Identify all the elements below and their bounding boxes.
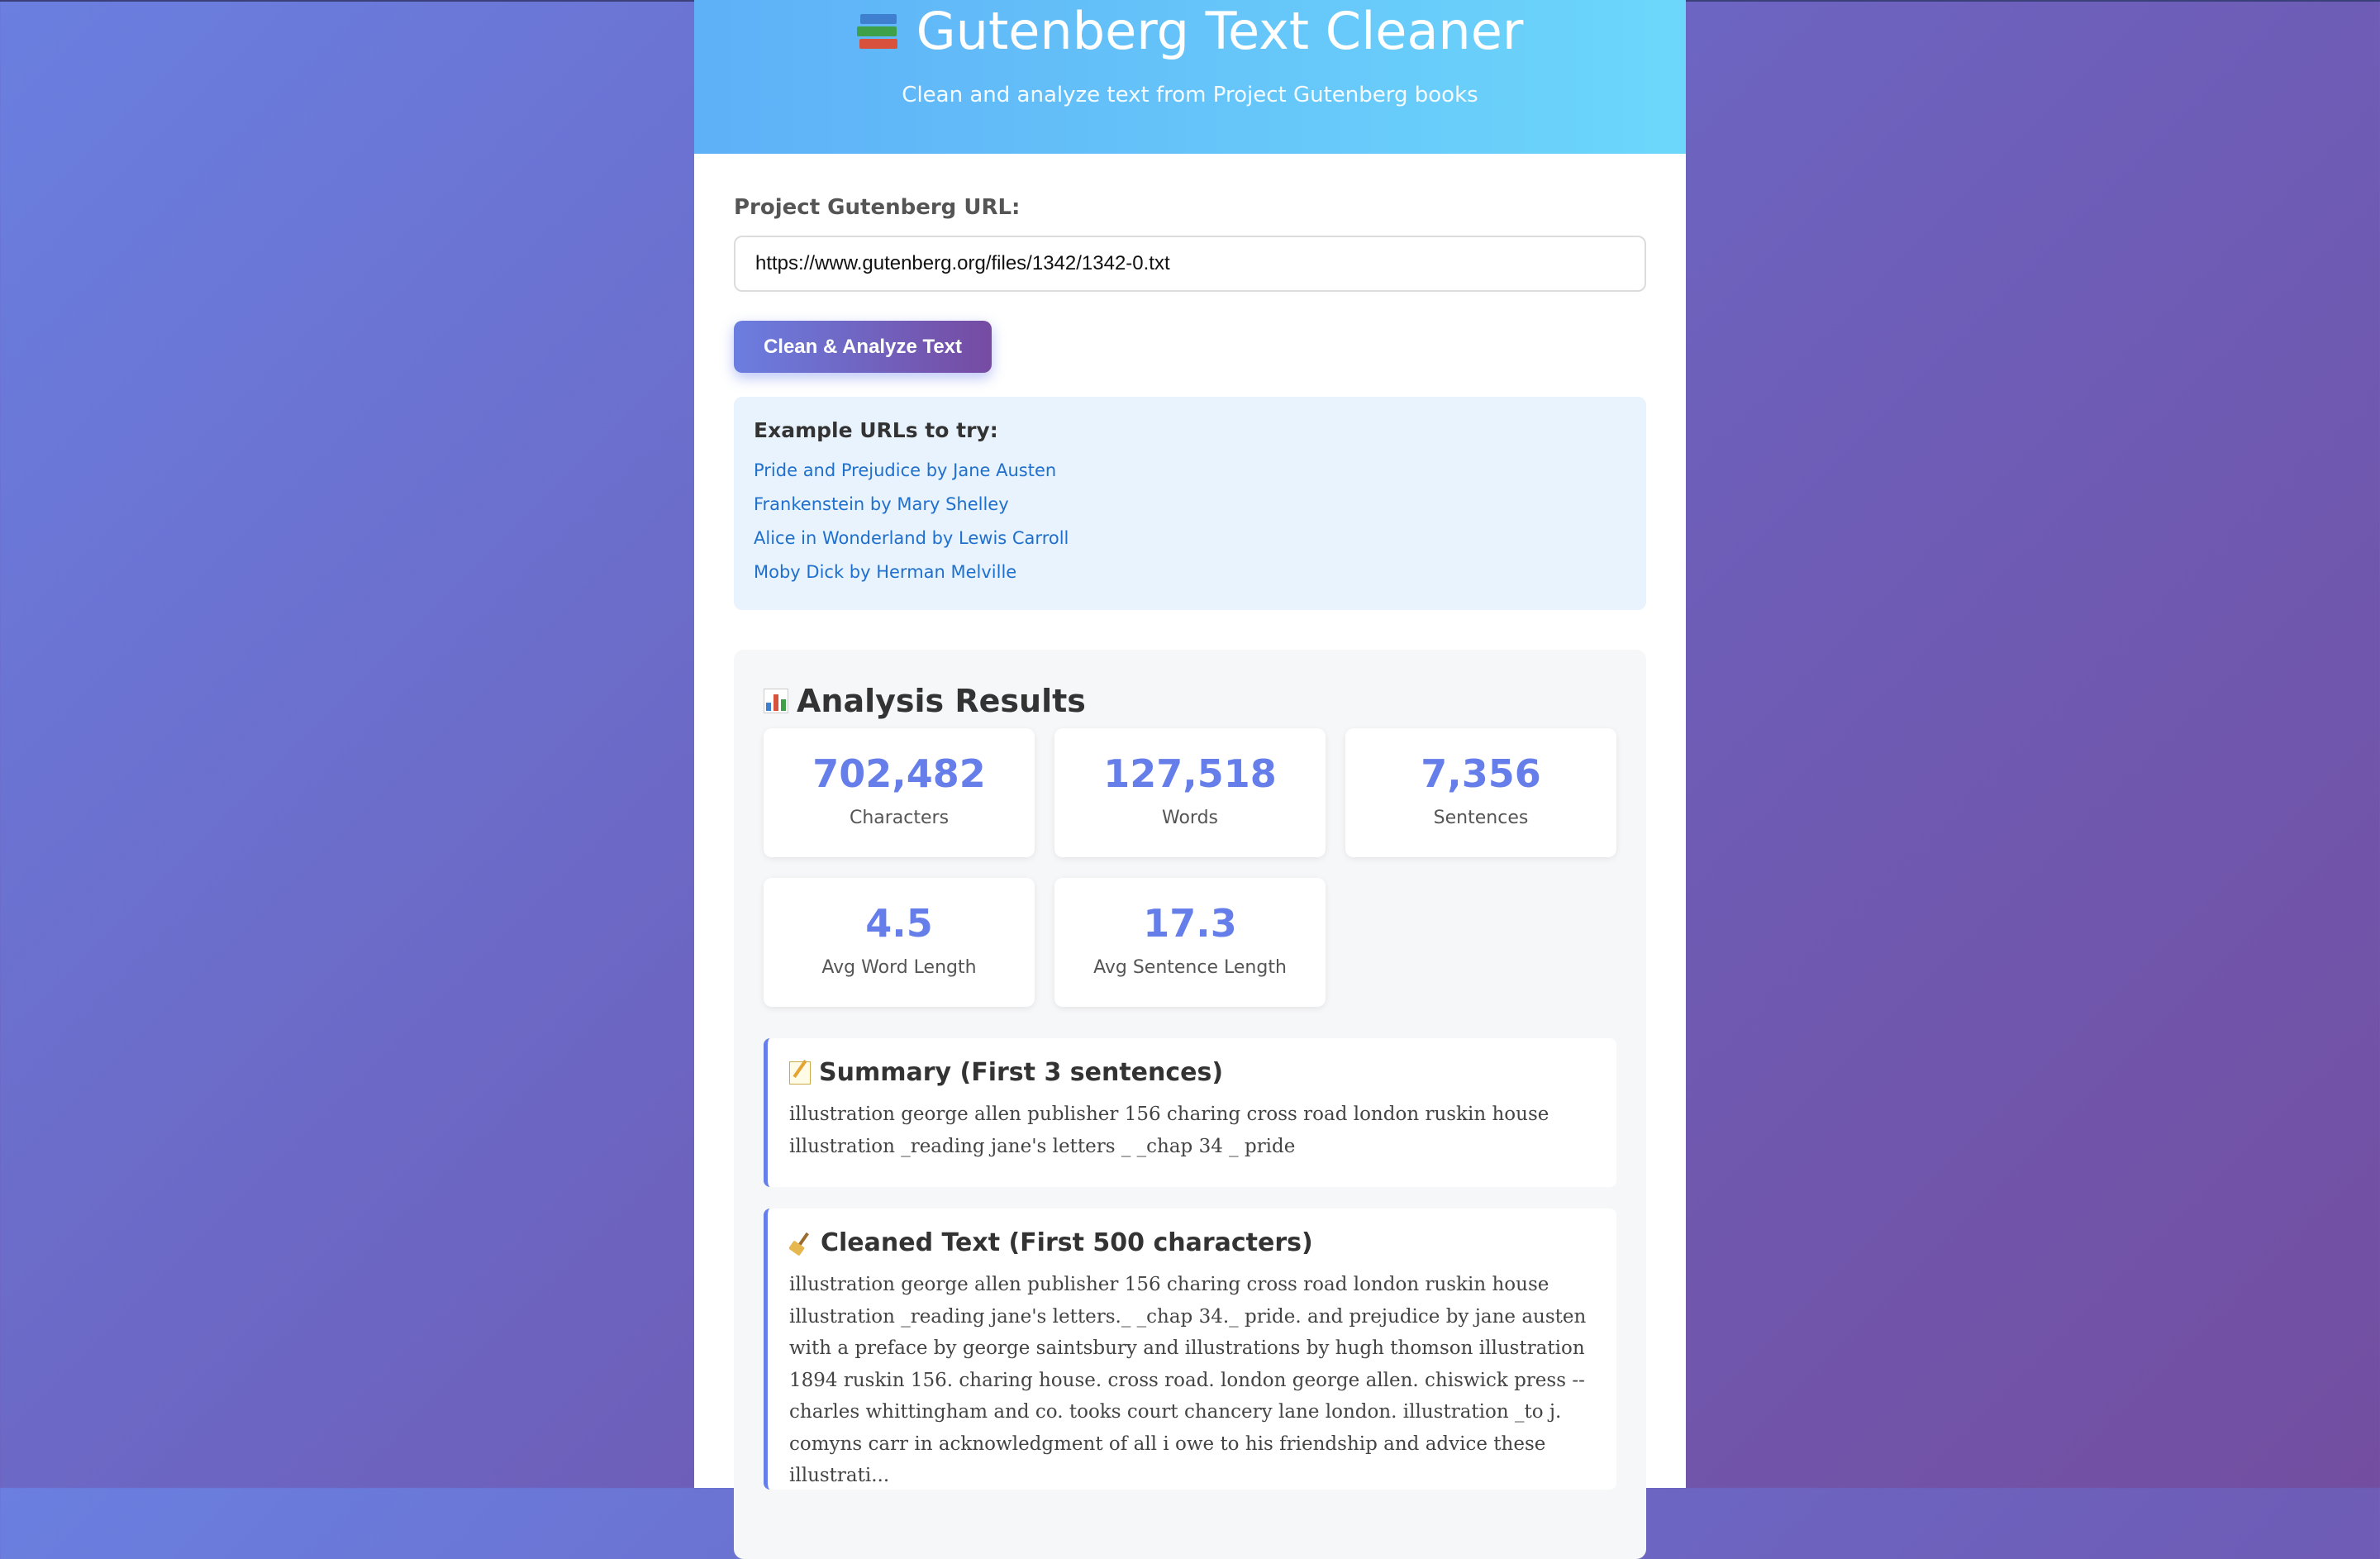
example-link-moby-dick[interactable]: Moby Dick by Herman Melville bbox=[754, 555, 1626, 589]
example-link-pride-prejudice[interactable]: Pride and Prejudice by Jane Austen bbox=[754, 454, 1626, 488]
app-header: Gutenberg Text Cleaner Clean and analyze… bbox=[694, 0, 1686, 154]
example-link-alice[interactable]: Alice in Wonderland by Lewis Carroll bbox=[754, 522, 1626, 555]
stat-card-characters: 702,482 Characters bbox=[764, 728, 1035, 857]
example-urls-heading: Example URLs to try: bbox=[754, 418, 998, 442]
stat-card-words: 127,518 Words bbox=[1054, 728, 1326, 857]
page-title: Gutenberg Text Cleaner bbox=[694, 2, 1686, 61]
stat-value: 17.3 bbox=[1143, 901, 1237, 946]
stat-label: Words bbox=[1161, 808, 1218, 828]
stat-card-sentences: 7,356 Sentences bbox=[1345, 728, 1616, 857]
cleaned-text: illustration george allen publisher 156 … bbox=[789, 1274, 1587, 1486]
results-title-text: Analysis Results bbox=[797, 683, 1086, 719]
results-title: Analysis Results bbox=[764, 683, 1086, 719]
summary-title-text: Summary (First 3 sentences) bbox=[819, 1058, 1224, 1087]
stat-card-avg-sentence-length: 17.3 Avg Sentence Length bbox=[1054, 878, 1326, 1007]
books-icon bbox=[856, 11, 900, 52]
example-link-frankenstein[interactable]: Frankenstein by Mary Shelley bbox=[754, 488, 1626, 522]
summary-title: Summary (First 3 sentences) bbox=[789, 1058, 1595, 1087]
page-subtitle: Clean and analyze text from Project Gute… bbox=[902, 83, 1478, 107]
stat-label: Avg Sentence Length bbox=[1093, 957, 1287, 978]
analysis-results: Analysis Results 702,482 Characters 127,… bbox=[734, 650, 1646, 1559]
stat-value: 7,356 bbox=[1421, 751, 1541, 796]
stat-label: Sentences bbox=[1433, 808, 1529, 828]
stat-label: Characters bbox=[849, 808, 950, 828]
example-urls-box: Example URLs to try: Pride and Prejudice… bbox=[734, 397, 1646, 610]
stat-value: 127,518 bbox=[1103, 751, 1277, 796]
stat-card-avg-word-length: 4.5 Avg Word Length bbox=[764, 878, 1035, 1007]
summary-text: illustration george allen publisher 156 … bbox=[789, 1104, 1549, 1157]
stat-label: Avg Word Length bbox=[821, 957, 977, 978]
page-title-text: Gutenberg Text Cleaner bbox=[916, 1, 1524, 61]
clean-analyze-button[interactable]: Clean & Analyze Text bbox=[734, 321, 992, 373]
url-input[interactable] bbox=[734, 236, 1646, 292]
memo-icon bbox=[789, 1061, 811, 1085]
cleaned-text-title: Cleaned Text (First 500 characters) bbox=[789, 1228, 1595, 1257]
url-label: Project Gutenberg URL: bbox=[734, 195, 1021, 220]
summary-panel: Summary (First 3 sentences) illustration… bbox=[764, 1038, 1616, 1187]
broom-icon bbox=[789, 1232, 812, 1255]
cleaned-text-title-text: Cleaned Text (First 500 characters) bbox=[821, 1228, 1313, 1257]
bar-chart-icon bbox=[764, 689, 788, 713]
cleaned-text-panel: Cleaned Text (First 500 characters) illu… bbox=[764, 1209, 1616, 1490]
stat-value: 4.5 bbox=[865, 901, 933, 946]
stat-value: 702,482 bbox=[812, 751, 986, 796]
